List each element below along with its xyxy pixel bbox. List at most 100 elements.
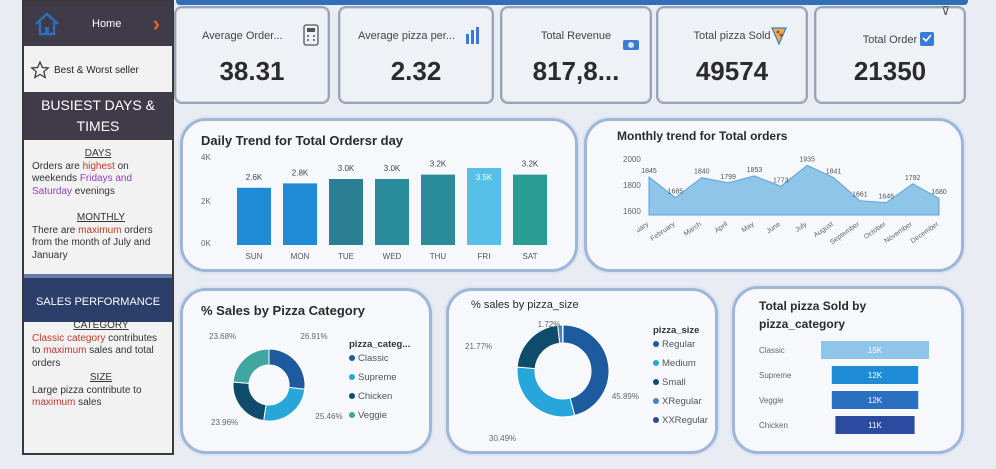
- donut-data-label: 45.89%: [612, 392, 639, 401]
- kpi-card-total-revenue[interactable]: Total Revenue 817,8...: [500, 6, 652, 104]
- legend-item[interactable]: XXRegular: [653, 415, 708, 426]
- monthly-x-label: July: [794, 221, 809, 234]
- home-icon: [35, 12, 59, 36]
- order-icon: [920, 32, 934, 46]
- legend-title: pizza_categ...: [349, 339, 411, 350]
- hbar-data-label: 12K: [868, 371, 883, 380]
- kpi-card-total-pizza-sold[interactable]: Total pizza Sold 49574: [656, 6, 808, 104]
- daily-bar: [237, 187, 271, 245]
- legend-dot: [349, 393, 355, 400]
- monthly-insight: MONTHLY There are maximum orders from th…: [32, 212, 170, 262]
- kpi-value: 2.32: [390, 56, 442, 86]
- legend-label: Regular: [662, 339, 696, 350]
- monthly-data-label: 1792: [905, 175, 921, 182]
- daily-bar: [329, 179, 363, 245]
- best-worst-nav[interactable]: Best & Worst seller: [30, 58, 168, 82]
- legend-item[interactable]: Veggie: [349, 410, 387, 421]
- legend-item[interactable]: Medium: [653, 358, 696, 369]
- legend-dot: [349, 355, 355, 362]
- pizza-sold-category-card: Total pizza Sold by pizza_category 15K Cl…: [732, 286, 964, 454]
- monthly-text: There are: [32, 224, 79, 236]
- legend-label: Chicken: [358, 391, 393, 402]
- legend-item[interactable]: Small: [653, 377, 686, 388]
- donut-data-label: 25.46%: [315, 412, 342, 421]
- best-worst-label: Best & Worst seller: [54, 64, 139, 76]
- legend-item[interactable]: Supreme: [349, 372, 397, 383]
- kpi-value: 49574: [695, 56, 769, 86]
- monthly-x-label: June: [766, 221, 783, 236]
- size-text-highlight: maximum: [32, 397, 76, 408]
- star-icon: [30, 60, 50, 79]
- chart-icon: [466, 27, 479, 44]
- monthly-data-label: 1661: [852, 192, 868, 199]
- donut-data-label: 23.68%: [209, 332, 236, 341]
- daily-bar: [513, 174, 547, 245]
- monthly-area-chart: 1845 January 1685 February 1840 March 1799 Apri…: [637, 156, 947, 247]
- busiest-title-line1: BUSIEST DAYS &: [41, 97, 155, 113]
- days-insight: DAYS Orders are highest on weekends Frid…: [32, 148, 164, 198]
- kpi-card-total-order[interactable]: Total Order 21350 ⊽: [814, 4, 966, 104]
- legend-item[interactable]: XRegular: [653, 396, 702, 407]
- home-nav[interactable]: Home ›: [24, 2, 172, 46]
- donut-slice: [232, 381, 267, 422]
- kpi-label: Total Order: [862, 34, 918, 46]
- monthly-data-label: 1685: [668, 189, 684, 196]
- legend-item[interactable]: Classic: [349, 353, 389, 364]
- donut-slice: [516, 324, 561, 370]
- donut-slice: [263, 386, 306, 422]
- category-donut-chart: 26.91% 25.46% 23.96% 23.68%: [209, 332, 343, 427]
- busiest-title-line2: TIMES: [76, 118, 120, 134]
- monthly-text: from the month of July and: [32, 237, 151, 248]
- donut-data-label: 21.77%: [465, 342, 492, 351]
- daily-data-label: 3.5K: [476, 173, 493, 182]
- legend-item[interactable]: Regular: [653, 339, 695, 350]
- monthly-data-label: 1840: [694, 169, 710, 176]
- legend-dot: [653, 360, 659, 367]
- legend-label: Classic: [358, 353, 389, 364]
- legend-label: XXRegular: [662, 415, 708, 426]
- daily-x-label: THU: [430, 252, 447, 261]
- donut-slice: [516, 366, 576, 418]
- legend-item[interactable]: Chicken: [349, 391, 392, 402]
- daily-trend-card: Daily Trend for Total Ordersr day 4K 2K …: [180, 118, 578, 272]
- daily-bar-chart: 2.6K SUN 2.8K MON 3.0K TUE 3.0K WED 3.2K THU 3.5K F…: [237, 160, 547, 261]
- monthly-x-label: August: [813, 221, 835, 239]
- monthly-x-label: November: [883, 221, 914, 246]
- days-text-highlight: Fridays and: [79, 173, 133, 184]
- daily-x-label: TUE: [338, 252, 354, 261]
- donut-slice: [268, 348, 306, 390]
- y-tick-label: 4K: [201, 153, 211, 162]
- chart-title: Total pizza Sold by: [759, 299, 867, 313]
- monthly-data-label: 1773: [773, 177, 789, 184]
- chart-title: Daily Trend for Total Ordersr day: [201, 133, 404, 148]
- days-text-highlight: Saturday: [32, 185, 73, 197]
- money-icon: [623, 40, 639, 50]
- monthly-data-label: 1845: [641, 168, 657, 175]
- size-text: Large pizza contribute to: [32, 384, 142, 396]
- days-text: on: [114, 160, 129, 172]
- legend-label: Medium: [662, 358, 696, 369]
- kpi-card-average-pizza[interactable]: Average pizza per... 2.32: [338, 6, 494, 104]
- days-text: evenings: [72, 185, 115, 197]
- monthly-x-label: September: [829, 221, 862, 247]
- category-text: to: [32, 345, 44, 356]
- monthly-area: [648, 164, 940, 216]
- legend-label: Small: [662, 377, 686, 388]
- daily-x-label: SAT: [523, 252, 538, 261]
- hbar-category-label: Chicken: [759, 421, 788, 430]
- kpi-card-average-order[interactable]: Average Order... 38.31: [174, 6, 330, 104]
- days-text: Orders are: [32, 160, 83, 172]
- category-insight: CATEGORY Classic category contributes to…: [32, 320, 170, 370]
- sales-size-card: % sales by pizza_size 45.89% 30.49% 21.77%…: [446, 288, 718, 454]
- busiest-title: BUSIEST DAYS & TIMES: [24, 92, 172, 140]
- legend-dot: [653, 398, 659, 405]
- chevron-right-icon[interactable]: ›: [153, 11, 160, 37]
- donut-data-label: 26.91%: [300, 332, 327, 341]
- sales-category-card: % Sales by Pizza Category 26.91% 25.46% 23…: [180, 288, 432, 454]
- legend-label: XRegular: [662, 396, 702, 407]
- filter-icon[interactable]: ⊽: [941, 4, 950, 18]
- monthly-data-label: 1680: [931, 189, 947, 196]
- monthly-x-label: February: [650, 221, 677, 243]
- days-text-highlight: highest: [82, 160, 115, 172]
- legend-label: Supreme: [358, 372, 397, 383]
